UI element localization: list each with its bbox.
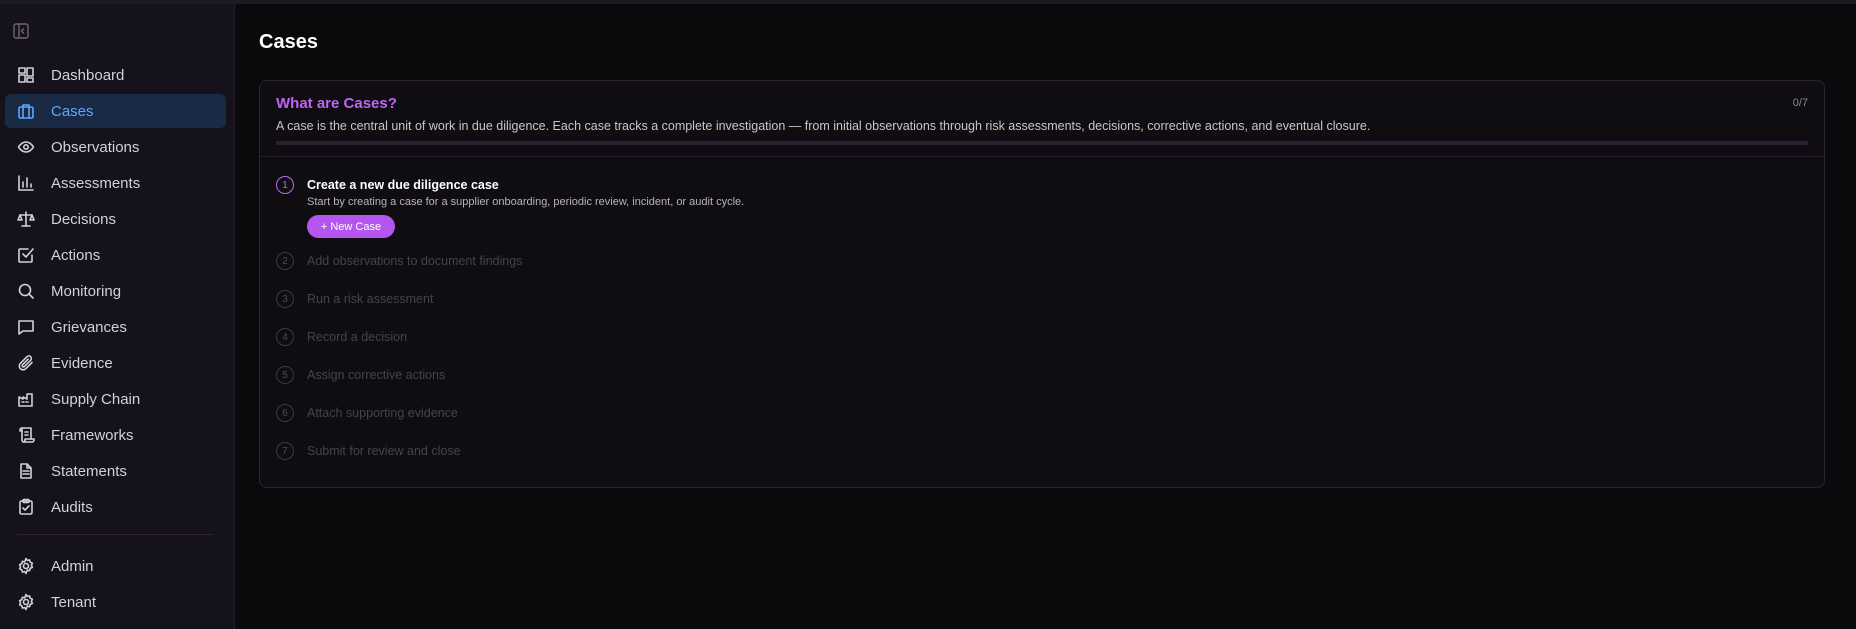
- step-title: Assign corrective actions: [307, 368, 446, 382]
- sidebar-item-label: Admin: [51, 557, 94, 575]
- scroll-icon: [17, 426, 35, 444]
- search-icon: [17, 282, 35, 300]
- sidebar-item-label: Audits: [51, 498, 93, 516]
- sidebar-item-observations[interactable]: Observations: [5, 130, 226, 164]
- step-number: 7: [276, 442, 294, 460]
- sidebar-item-monitoring[interactable]: Monitoring: [5, 274, 226, 308]
- sidebar-item-grievances[interactable]: Grievances: [5, 310, 226, 344]
- main-content: Cases What are Cases? 0/7 A case is the …: [235, 4, 1856, 629]
- sidebar-item-label: Evidence: [51, 354, 113, 372]
- sidebar-collapse-icon[interactable]: [12, 22, 30, 40]
- paperclip-icon: [17, 354, 35, 372]
- eye-icon: [17, 138, 35, 156]
- step-body: Create a new due diligence case Start by…: [307, 176, 744, 238]
- sidebar-item-label: Observations: [51, 138, 140, 156]
- sidebar-item-label: Supply Chain: [51, 390, 141, 408]
- sidebar-item-evidence[interactable]: Evidence: [5, 346, 226, 380]
- sidebar-item-label: Statements: [51, 462, 127, 480]
- clipboard-check-icon: [17, 498, 35, 516]
- guide-step-3: 3 Run a risk assessment: [276, 290, 1806, 328]
- step-number: 2: [276, 252, 294, 270]
- sidebar-item-decisions[interactable]: Decisions: [5, 202, 226, 236]
- sidebar-item-label: Dashboard: [51, 66, 125, 84]
- step-title: Create a new due diligence case: [307, 178, 499, 192]
- step-number: 3: [276, 290, 294, 308]
- guide-steps: 1 Create a new due diligence case Start …: [276, 176, 1806, 480]
- sidebar-nav: Dashboard Cases Observations Assessments: [5, 58, 226, 621]
- step-number: 1: [276, 176, 294, 194]
- step-number: 4: [276, 328, 294, 346]
- file-text-icon: [17, 462, 35, 480]
- sidebar: Dashboard Cases Observations Assessments: [0, 4, 235, 629]
- dashboard-icon: [17, 66, 35, 84]
- guide-title: What are Cases?: [276, 95, 397, 112]
- guide-progress-bar: [276, 141, 1808, 145]
- page-title: Cases: [259, 31, 318, 53]
- gear-icon: [17, 593, 35, 611]
- sidebar-item-label: Decisions: [51, 210, 117, 228]
- sidebar-item-label: Actions: [51, 246, 101, 264]
- sidebar-item-actions[interactable]: Actions: [5, 238, 226, 272]
- onboarding-guide-card: What are Cases? 0/7 A case is the centra…: [259, 80, 1825, 488]
- sidebar-item-label: Assessments: [51, 174, 141, 192]
- sidebar-item-frameworks[interactable]: Frameworks: [5, 418, 226, 452]
- scale-icon: [17, 210, 35, 228]
- guide-header: What are Cases? 0/7 A case is the centra…: [260, 81, 1824, 157]
- gear-icon: [17, 557, 35, 575]
- guide-step-5: 5 Assign corrective actions: [276, 366, 1806, 404]
- step-title: Record a decision: [307, 330, 408, 344]
- sidebar-item-label: Grievances: [51, 318, 127, 336]
- sidebar-item-audits[interactable]: Audits: [5, 490, 226, 524]
- checkbox-icon: [17, 246, 35, 264]
- sidebar-item-label: Cases: [51, 102, 94, 120]
- step-title: Submit for review and close: [307, 444, 461, 458]
- bar-chart-icon: [17, 174, 35, 192]
- guide-step-7: 7 Submit for review and close: [276, 442, 1806, 480]
- sidebar-item-admin[interactable]: Admin: [5, 549, 226, 583]
- step-title: Attach supporting evidence: [307, 406, 458, 420]
- sidebar-item-assessments[interactable]: Assessments: [5, 166, 226, 200]
- sidebar-divider: [17, 534, 214, 535]
- step-number: 5: [276, 366, 294, 384]
- sidebar-item-label: Tenant: [51, 593, 97, 611]
- sidebar-item-tenant[interactable]: Tenant: [5, 585, 226, 619]
- sidebar-item-cases[interactable]: Cases: [5, 94, 226, 128]
- guide-step-6: 6 Attach supporting evidence: [276, 404, 1806, 442]
- step-number: 6: [276, 404, 294, 422]
- sidebar-item-statements[interactable]: Statements: [5, 454, 226, 488]
- sidebar-item-label: Monitoring: [51, 282, 122, 300]
- sidebar-item-dashboard[interactable]: Dashboard: [5, 58, 226, 92]
- step-title: Run a risk assessment: [307, 292, 434, 306]
- message-icon: [17, 318, 35, 336]
- new-case-button[interactable]: + New Case: [307, 215, 395, 238]
- briefcase-icon: [17, 102, 35, 120]
- guide-step-1: 1 Create a new due diligence case Start …: [276, 176, 1806, 252]
- app-shell: Dashboard Cases Observations Assessments: [0, 4, 1856, 629]
- sidebar-item-label: Frameworks: [51, 426, 134, 444]
- step-title: Add observations to document findings: [307, 254, 523, 268]
- guide-step-4: 4 Record a decision: [276, 328, 1806, 366]
- guide-progress-count: 0/7: [1792, 97, 1808, 109]
- factory-icon: [17, 390, 35, 408]
- guide-description: A case is the central unit of work in du…: [276, 119, 1371, 133]
- guide-step-2: 2 Add observations to document findings: [276, 252, 1806, 290]
- step-description: Start by creating a case for a supplier …: [307, 196, 745, 208]
- sidebar-item-supply-chain[interactable]: Supply Chain: [5, 382, 226, 416]
